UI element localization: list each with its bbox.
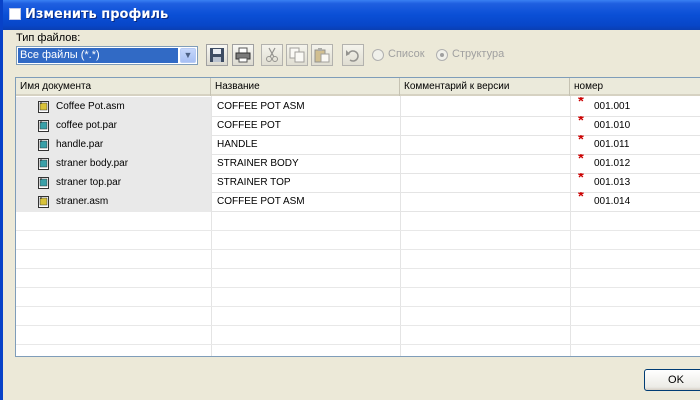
window-title: Изменить профиль bbox=[25, 7, 169, 22]
cell-number[interactable]: * 001.011 bbox=[570, 135, 700, 155]
cell-document-name[interactable]: straner top.par bbox=[16, 173, 211, 193]
cell-title[interactable]: HANDLE bbox=[211, 135, 400, 155]
chevron-down-icon[interactable]: ▼ bbox=[180, 48, 196, 63]
cell-document-name[interactable]: coffee pot.par bbox=[16, 116, 211, 136]
document-name: coffee pot.par bbox=[56, 120, 117, 131]
cell-comment[interactable] bbox=[400, 154, 570, 174]
assembly-file-icon bbox=[38, 196, 49, 208]
save-icon bbox=[210, 48, 224, 62]
radio-structure-dot bbox=[436, 49, 448, 61]
grid-line bbox=[16, 325, 700, 326]
profile-dialog: Изменить профиль Тип файлов: Все файлы (… bbox=[0, 0, 700, 400]
cell-document-name[interactable]: handle.par bbox=[16, 135, 211, 155]
documents-grid[interactable]: Имя документа Название Комментарий к вер… bbox=[15, 77, 700, 357]
undo-icon bbox=[346, 50, 359, 62]
undo-button[interactable] bbox=[342, 44, 364, 66]
grid-line bbox=[16, 230, 700, 231]
grid-header: Имя документа Название Комментарий к вер… bbox=[16, 78, 700, 96]
grid-line bbox=[16, 287, 700, 288]
required-star: * bbox=[578, 135, 584, 148]
column-header-comment[interactable]: Комментарий к версии bbox=[400, 78, 570, 96]
print-icon bbox=[235, 47, 251, 63]
required-star: * bbox=[578, 173, 584, 186]
part-file-icon bbox=[38, 120, 49, 132]
part-file-icon bbox=[38, 177, 49, 189]
print-button[interactable] bbox=[232, 44, 254, 66]
cell-number[interactable]: * 001.012 bbox=[570, 154, 700, 174]
cell-document-name[interactable]: straner body.par bbox=[16, 154, 211, 174]
part-file-icon bbox=[38, 139, 49, 151]
number-value: 001.014 bbox=[594, 196, 631, 207]
cell-title[interactable]: COFFEE POT bbox=[211, 116, 400, 136]
filetype-label: Тип файлов: bbox=[16, 32, 81, 44]
document-name: handle.par bbox=[56, 139, 104, 150]
part-file-icon bbox=[38, 158, 49, 170]
cell-document-name[interactable]: straner.asm bbox=[16, 192, 211, 212]
filetype-value: Все файлы (*.*) bbox=[18, 48, 178, 63]
cell-document-name[interactable]: Coffee Pot.asm bbox=[16, 97, 211, 117]
cell-comment[interactable] bbox=[400, 116, 570, 136]
ok-button[interactable]: OK bbox=[644, 369, 700, 391]
number-value: 001.013 bbox=[594, 177, 631, 188]
cell-comment[interactable] bbox=[400, 135, 570, 155]
required-star: * bbox=[578, 192, 584, 205]
grid-line bbox=[16, 249, 700, 250]
number-value: 001.001 bbox=[594, 101, 631, 112]
paste-icon bbox=[314, 48, 330, 63]
document-name: straner top.par bbox=[56, 177, 122, 188]
column-header-number[interactable]: номер bbox=[570, 78, 700, 96]
save-button[interactable] bbox=[206, 44, 228, 66]
column-header-name[interactable]: Имя документа bbox=[16, 78, 211, 96]
radio-list-label: Список bbox=[388, 48, 425, 60]
grid-line bbox=[16, 306, 700, 307]
document-name: straner body.par bbox=[56, 158, 129, 169]
cell-title[interactable]: STRAINER TOP bbox=[211, 173, 400, 193]
table-row[interactable]: straner.asm COFFEE POT ASM * 001.014 bbox=[16, 192, 700, 212]
required-star: * bbox=[578, 154, 584, 167]
column-header-title[interactable]: Название bbox=[211, 78, 400, 96]
cell-number[interactable]: * 001.013 bbox=[570, 173, 700, 193]
table-row[interactable]: handle.par HANDLE * 001.011 bbox=[16, 135, 700, 155]
radio-structure-label: Структура bbox=[452, 48, 505, 60]
cell-comment[interactable] bbox=[400, 192, 570, 212]
copy-button[interactable] bbox=[286, 44, 308, 66]
cell-title[interactable]: COFFEE POT ASM bbox=[211, 97, 400, 117]
table-row[interactable]: Coffee Pot.asm COFFEE POT ASM * 001.001 bbox=[16, 97, 700, 117]
radio-list-dot bbox=[372, 49, 384, 61]
cell-comment[interactable] bbox=[400, 173, 570, 193]
copy-icon bbox=[289, 47, 305, 63]
paste-button[interactable] bbox=[311, 44, 333, 66]
table-row[interactable]: straner body.par STRAINER BODY * 001.012 bbox=[16, 154, 700, 174]
cell-comment[interactable] bbox=[400, 97, 570, 117]
number-value: 001.012 bbox=[594, 158, 631, 169]
grid-line bbox=[16, 344, 700, 345]
grid-line bbox=[16, 268, 700, 269]
assembly-file-icon bbox=[38, 101, 49, 113]
cell-number[interactable]: * 001.001 bbox=[570, 97, 700, 117]
title-bar[interactable]: Изменить профиль bbox=[3, 0, 700, 30]
window-icon bbox=[9, 8, 21, 20]
number-value: 001.011 bbox=[594, 139, 630, 150]
filetype-select[interactable]: Все файлы (*.*) ▼ bbox=[16, 46, 198, 65]
required-star: * bbox=[578, 116, 584, 129]
cut-icon bbox=[266, 47, 278, 62]
table-row[interactable]: straner top.par STRAINER TOP * 001.013 bbox=[16, 173, 700, 193]
cell-title[interactable]: STRAINER BODY bbox=[211, 154, 400, 174]
number-value: 001.010 bbox=[594, 120, 631, 131]
cell-number[interactable]: * 001.010 bbox=[570, 116, 700, 136]
document-name: straner.asm bbox=[56, 196, 109, 207]
table-row[interactable]: coffee pot.par COFFEE POT * 001.010 bbox=[16, 116, 700, 136]
cell-title[interactable]: COFFEE POT ASM bbox=[211, 192, 400, 212]
cut-button[interactable] bbox=[261, 44, 283, 66]
document-name: Coffee Pot.asm bbox=[56, 101, 125, 112]
required-star: * bbox=[578, 97, 584, 110]
cell-number[interactable]: * 001.014 bbox=[570, 192, 700, 212]
